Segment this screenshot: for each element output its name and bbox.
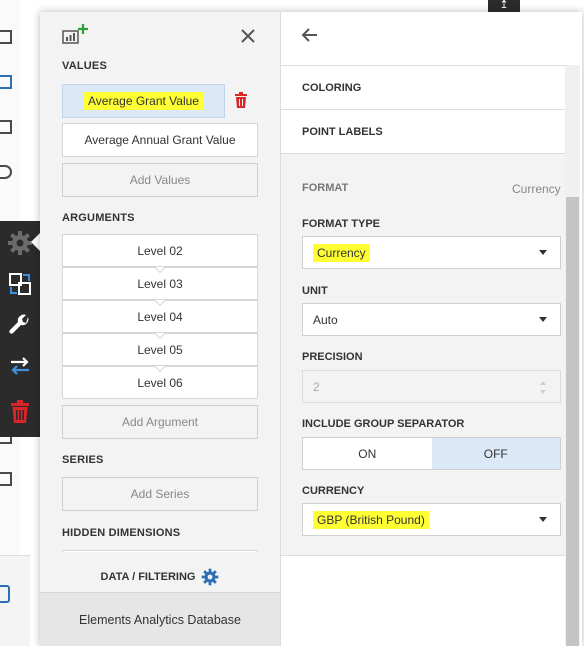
bindings-scroll-area[interactable]: VALUES Average Grant Value Average Annua… <box>40 12 280 552</box>
arguments-section-title: ARGUMENTS <box>62 212 135 224</box>
delete-value-icon[interactable] <box>234 92 248 108</box>
argument-label: Level 04 <box>137 309 183 324</box>
argument-label: Level 06 <box>137 375 183 390</box>
unit-value: Auto <box>313 312 338 327</box>
gear-icon <box>8 231 32 255</box>
convert-button[interactable] <box>0 265 40 303</box>
argument-label: Level 03 <box>137 276 183 291</box>
hierarchy-notch <box>154 333 166 340</box>
options-scrollbar-thumb[interactable] <box>566 197 579 646</box>
argument-item[interactable]: Level 06 <box>62 366 258 399</box>
hidden-dimensions-section-title: HIDDEN DIMENSIONS <box>62 527 181 539</box>
hierarchy-notch <box>154 267 166 274</box>
argument-label: Level 02 <box>137 243 183 258</box>
background-icon <box>0 75 12 89</box>
hierarchy-notch <box>154 300 166 307</box>
precision-value: 2 <box>313 379 320 394</box>
back-arrow-icon[interactable] <box>301 26 319 44</box>
background-icon <box>0 165 12 179</box>
value-item-average-annual-grant-value[interactable]: Average Annual Grant Value <box>62 123 258 157</box>
currency-select[interactable]: GBP (British Pound) <box>302 503 561 536</box>
point-labels-section[interactable]: POINT LABELS <box>281 110 565 154</box>
convert-icon <box>9 273 31 295</box>
data-source-name: Elements Analytics Database <box>79 612 241 627</box>
options-empty-area <box>281 555 565 646</box>
format-type-select[interactable]: Currency <box>302 236 561 269</box>
spin-down-icon <box>540 390 546 394</box>
group-separator-label: INCLUDE GROUP SEPARATOR <box>302 418 465 430</box>
group-separator-toggle: ON OFF <box>302 437 561 470</box>
options-column: COLORING POINT LABELS FORMAT Currency FO… <box>281 12 582 646</box>
argument-item[interactable]: Level 04 <box>62 300 258 333</box>
currency-label: CURRENCY <box>302 485 365 497</box>
argument-label: Level 05 <box>137 342 183 357</box>
toolbar-pointer <box>31 233 40 251</box>
hierarchy-notch <box>154 366 166 373</box>
chevron-down-icon <box>539 517 547 522</box>
chevron-down-icon <box>539 317 547 322</box>
series-section-title: SERIES <box>62 454 104 466</box>
close-icon[interactable] <box>236 24 260 48</box>
background-icon <box>0 120 12 134</box>
item-toolbar <box>0 221 40 437</box>
spin-up-icon <box>540 381 546 385</box>
format-type-label: FORMAT TYPE <box>302 218 381 230</box>
toggle-off-button[interactable]: OFF <box>431 438 560 469</box>
gear-icon <box>202 568 219 586</box>
add-values-button[interactable]: Add Values <box>62 163 258 197</box>
hidden-dimensions-item[interactable] <box>62 550 258 552</box>
wrench-icon <box>9 314 29 334</box>
value-item-label: Average Grant Value <box>84 92 203 110</box>
swap-arrows-icon <box>11 357 29 375</box>
argument-item[interactable]: Level 02 <box>62 234 258 267</box>
values-section-title: VALUES <box>62 60 108 72</box>
background-bottom-icon <box>0 585 10 603</box>
argument-item[interactable]: Level 05 <box>62 333 258 366</box>
coloring-section[interactable]: COLORING <box>281 66 565 110</box>
argument-item[interactable]: Level 03 <box>62 267 258 300</box>
bindings-column: VALUES Average Grant Value Average Annua… <box>40 12 281 646</box>
swap-button[interactable] <box>0 347 40 385</box>
trash-icon <box>11 400 29 423</box>
chevron-down-icon <box>539 250 547 255</box>
currency-value: GBP (British Pound) <box>313 510 429 529</box>
scroll-top-button[interactable]: ↥ <box>488 0 520 12</box>
add-series-button[interactable]: Add Series <box>62 477 258 511</box>
toggle-on-button[interactable]: ON <box>303 438 432 469</box>
add-argument-button[interactable]: Add Argument <box>62 405 258 439</box>
delete-item-button[interactable] <box>0 393 40 431</box>
format-summary: Currency <box>512 182 561 196</box>
unit-select[interactable]: Auto <box>302 303 561 336</box>
format-type-value: Currency <box>313 243 370 262</box>
tools-button[interactable] <box>0 306 40 344</box>
data-filtering-label: DATA / FILTERING <box>100 571 196 583</box>
unit-label: UNIT <box>302 285 328 297</box>
data-source-footer[interactable]: Elements Analytics Database <box>40 592 280 646</box>
precision-label: PRECISION <box>302 351 363 363</box>
data-filtering-button[interactable]: DATA / FILTERING <box>40 564 280 590</box>
background-icon <box>0 30 12 44</box>
precision-spinner: 2 <box>302 370 561 403</box>
value-item-average-grant-value[interactable]: Average Grant Value <box>62 84 225 118</box>
add-chart-icon[interactable] <box>62 24 88 44</box>
format-header: FORMAT <box>302 182 349 194</box>
chart-options-panel: VALUES Average Grant Value Average Annua… <box>40 12 582 646</box>
background-icon <box>0 472 12 486</box>
format-options-area: COLORING POINT LABELS FORMAT Currency FO… <box>281 65 565 555</box>
